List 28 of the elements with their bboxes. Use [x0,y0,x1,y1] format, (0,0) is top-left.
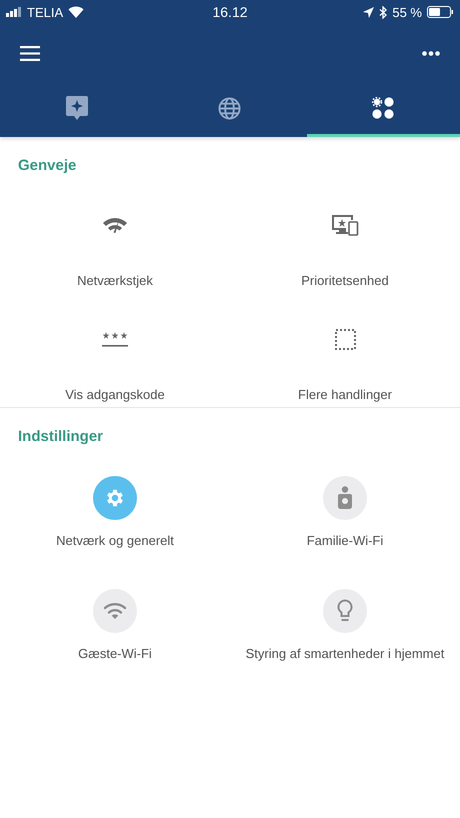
location-arrow-icon [363,6,374,18]
settings-item[interactable]: Gæste-Wi-Fi [0,589,230,702]
menu-icon [20,46,40,60]
password-icon [102,331,128,347]
section-heading: Genveje [17,156,78,176]
battery-icon [427,6,454,18]
settings-item[interactable]: Netværk og generelt [0,476,230,589]
bluetooth-icon [379,6,388,18]
carrier-name: TELIA [27,4,64,20]
settings-item[interactable]: Familie-Wi-Fi [230,476,460,589]
dotted-square-icon [334,328,356,350]
shortcut-item[interactable]: Netværkstjek [0,203,230,317]
wifi-icon [103,602,127,620]
person-icon [337,486,353,510]
devices-icon [331,214,359,236]
apps-icon [372,97,394,119]
wifi-icon [68,6,84,18]
more-icon [422,50,440,56]
signal-icon [6,7,22,17]
shortcut-item[interactable]: Prioritetsenhed [230,203,460,317]
globe-icon [218,96,242,120]
shortcut-item[interactable]: Flere handlinger [230,317,460,431]
battery-percent: 55 % [392,4,422,20]
clock-time: 16.12 [212,4,248,20]
star-pin-icon [66,96,88,120]
settings-item[interactable]: Styring af smartenheder i hjemmet [230,589,460,702]
lightbulb-icon [337,599,353,623]
speed-wifi-icon [103,216,127,234]
